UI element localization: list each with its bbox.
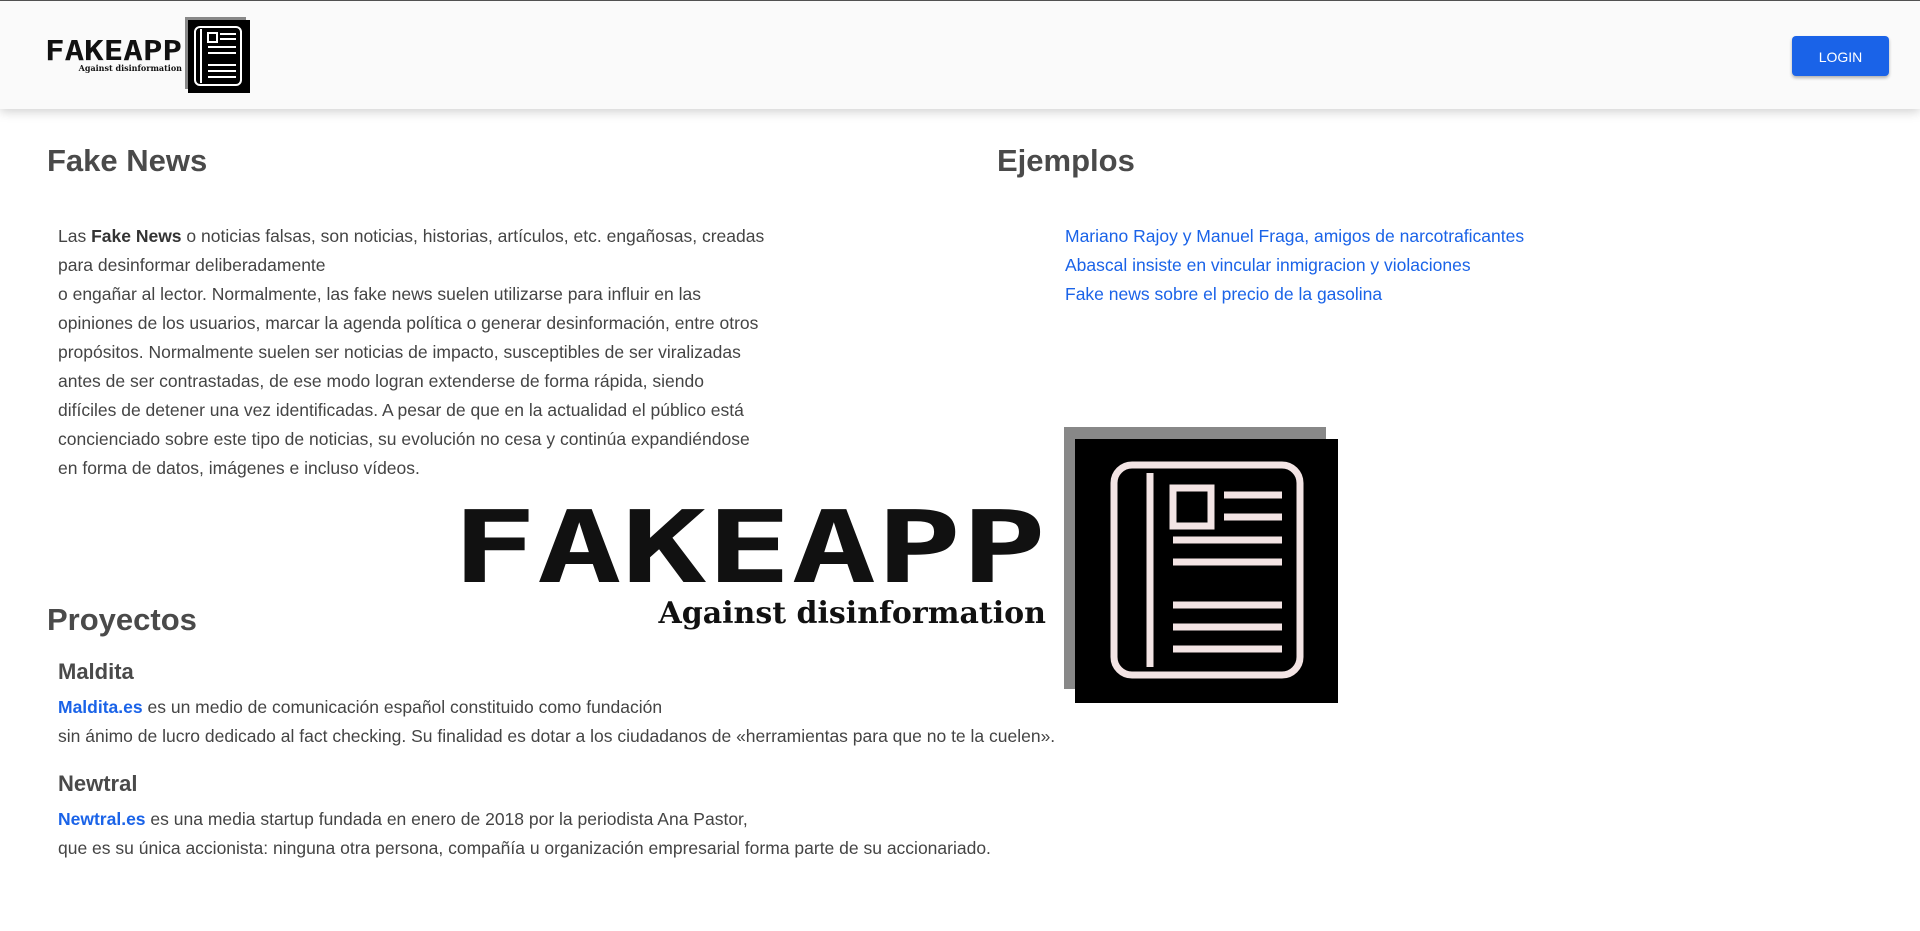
newtral-text: es una media startup fundada en enero de… (145, 809, 748, 829)
hero-logo-wordmark: FAKEAPP (452, 489, 1046, 606)
fakeapp-hero-logo: FAKEAPP Against disinformation (452, 427, 1338, 703)
example-link-item: Mariano Rajoy y Manuel Fraga, amigos de … (1065, 222, 1524, 251)
fake-news-line: difíciles de detener una vez identificad… (58, 400, 744, 420)
hero-logo-tagline: Against disinformation (657, 596, 1046, 631)
maldita-heading: Maldita (58, 659, 134, 684)
logo-tagline: Against disinformation (78, 63, 183, 73)
maldita-line: sin ánimo de lucro dedicado al fact chec… (58, 726, 1056, 746)
fake-news-term: Fake News (91, 226, 182, 246)
example-link-rajoy-fraga[interactable]: Mariano Rajoy y Manuel Fraga, amigos de … (1065, 222, 1524, 251)
newtral-heading: Newtral (58, 771, 138, 796)
example-link-gasolina[interactable]: Fake news sobre el precio de la gasolina (1065, 280, 1524, 309)
maldita-link[interactable]: Maldita.es (58, 697, 143, 717)
newtral-link[interactable]: Newtral.es (58, 809, 146, 829)
ejemplos-title: Ejemplos (997, 143, 1135, 178)
newtral-line: Newtral.es es una media startup fundada … (58, 805, 991, 834)
example-link-item: Abascal insiste en vincular inmigracion … (1065, 251, 1524, 280)
example-link-abascal[interactable]: Abascal insiste en vincular inmigracion … (1065, 251, 1524, 280)
newspaper-icon (1064, 427, 1338, 703)
fake-news-line: antes de ser contrastadas, de ese modo l… (58, 371, 704, 391)
fake-news-title: Fake News (47, 143, 208, 178)
fake-news-line: opiniones de los usuarios, marcar la age… (58, 313, 759, 333)
intro-text-rest: o noticias falsas, son noticias, histori… (181, 226, 765, 246)
intro-text: Las (58, 226, 92, 246)
newtral-description: Newtral.es es una media startup fundada … (58, 805, 991, 863)
fake-news-line: propósitos. Normalmente suelen ser notic… (58, 342, 741, 362)
fake-news-line: o engañar al lector. Normalmente, las fa… (58, 284, 701, 304)
example-links-list: Mariano Rajoy y Manuel Fraga, amigos de … (1065, 222, 1524, 309)
newspaper-icon (185, 17, 250, 93)
fakeapp-logo[interactable]: FAKEAPP Against disinformation (45, 17, 250, 93)
newtral-line: que es su única accionista: ninguna otra… (58, 838, 991, 858)
proyectos-title: Proyectos (47, 602, 197, 637)
app-header: FAKEAPP Against disinformation LOGIN (0, 1, 1920, 109)
maldita-description: Maldita.es es un medio de comunicación e… (58, 693, 1055, 751)
login-button[interactable]: LOGIN (1792, 36, 1889, 76)
fake-news-line: Las Fake News o noticias falsas, son not… (58, 222, 764, 251)
example-link-item: Fake news sobre el precio de la gasolina (1065, 280, 1524, 309)
fake-news-line: para desinformar deliberadamente (58, 255, 326, 275)
maldita-text: es un medio de comunicación español cons… (142, 697, 663, 717)
maldita-line: Maldita.es es un medio de comunicación e… (58, 693, 1055, 722)
